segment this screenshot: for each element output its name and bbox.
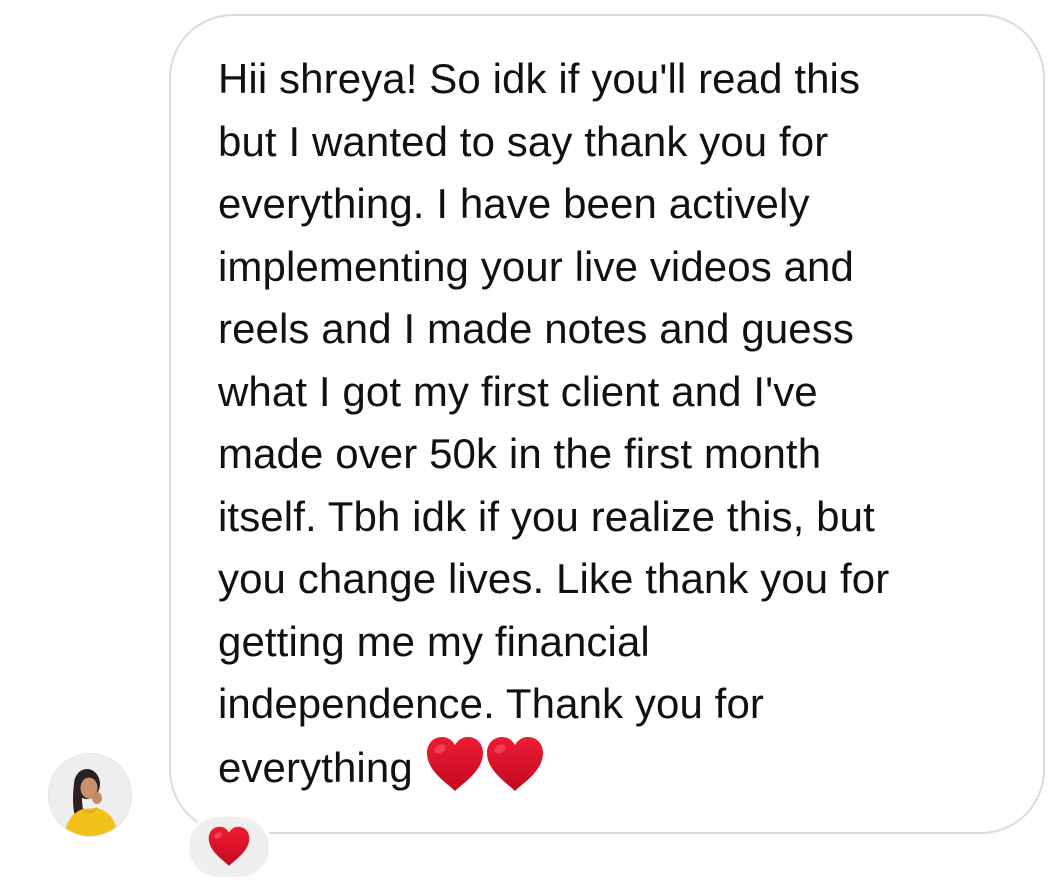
message-line: but I wanted to say thank you for — [218, 117, 829, 165]
message-line: what I got my first client and I've — [218, 367, 818, 415]
message-line-last: everything — [218, 736, 1018, 800]
message-line: getting me my financial — [218, 617, 650, 665]
message-line: everything. I have been actively — [218, 180, 810, 227]
message-line: reels and I made notes and guess — [218, 305, 854, 352]
message-line: independence. Thank you for — [218, 680, 764, 727]
message-line: Hii shreya! So idk if you'll read this — [218, 55, 861, 102]
message-line: implementing your live videos and — [218, 242, 854, 290]
red-heart-icon — [426, 736, 483, 791]
reaction-badge[interactable] — [186, 814, 272, 880]
red-heart-icon — [208, 826, 250, 866]
avatar-image — [49, 754, 131, 836]
avatar[interactable] — [48, 753, 132, 837]
message-line-text: everything — [218, 743, 413, 791]
message-text: Hii shreya! So idk if you'll read this b… — [218, 48, 1018, 799]
red-heart-icon — [486, 736, 543, 791]
message-line: you change lives. Like thank you for — [218, 555, 890, 602]
message-line: itself. Tbh idk if you realize this, but — [218, 492, 875, 540]
message-line: made over 50k in the first month — [218, 430, 822, 477]
